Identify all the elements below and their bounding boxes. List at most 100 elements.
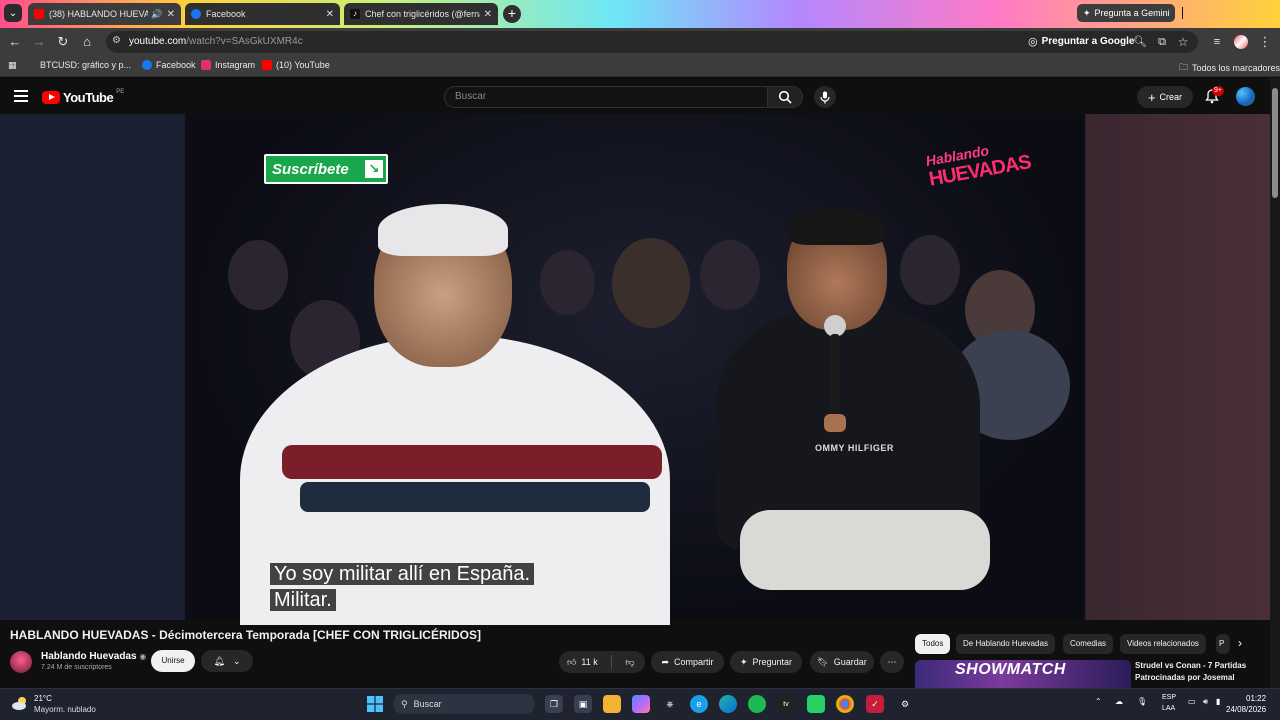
tab-label: Facebook [206,9,246,19]
channel-name[interactable]: Hablando Huevadas ◉ [41,651,146,662]
close-tab-icon[interactable]: ✕ [167,9,175,20]
bookmark-label: Facebook [156,60,196,70]
account-avatar[interactable] [1236,87,1255,106]
youtube-icon [262,60,272,70]
close-tab-icon[interactable]: ✕ [484,9,492,20]
youtube-play-icon [42,91,60,104]
channel-avatar[interactable] [10,651,32,673]
settings-gear-icon[interactable]: ⚙ [896,695,914,713]
bookmark-star-icon[interactable]: ☆ [1175,34,1191,50]
volume-icon[interactable]: 🔊︎ [1203,697,1208,707]
chevron-up-icon[interactable]: ⌃ [1095,697,1102,706]
chip-videos-relacionados[interactable]: Videos relacionados [1120,634,1206,654]
edge-icon[interactable] [719,695,737,713]
more-actions-button[interactable]: ⋯ [880,651,904,673]
voice-search-button[interactable] [814,86,836,108]
microphone-icon[interactable]: 🎙︎ [1137,697,1147,706]
cloud-sync-icon[interactable]: ☁ [1115,697,1123,706]
antivirus-icon[interactable]: ✓ [866,695,884,713]
bookmark-youtube[interactable]: (10) YouTube [262,60,330,70]
tab-tiktok[interactable]: ♪ Chef con triglicéridos (@fernan ✕ [344,3,498,25]
keyboard-layout[interactable]: LAA [1162,705,1175,712]
windows-start-icon[interactable] [366,695,384,713]
save-label: Guardar [833,657,867,667]
chatgpt-icon[interactable]: ⎈ [661,695,679,713]
search-button[interactable] [767,86,803,108]
audience-figure [540,250,595,315]
tab-facebook[interactable]: Facebook ✕ [185,3,340,25]
battery-icon[interactable]: ▮ [1216,697,1220,706]
chip-comedias[interactable]: Comedias [1063,634,1114,654]
chip-truncated[interactable]: P [1216,634,1230,654]
install-app-icon[interactable]: ⧉ [1154,34,1170,50]
bookmark-facebook[interactable]: Facebook [142,60,196,70]
scrollbar-thumb[interactable] [1272,88,1278,198]
youtube-logo[interactable]: YouTube PE [42,89,124,105]
save-playlist-icon: 🔖︎ [817,656,829,667]
taskbar-search[interactable]: ⚲ Buscar [393,694,535,714]
audio-playing-icon[interactable]: 🔊 [151,9,162,20]
file-explorer-icon[interactable] [603,695,621,713]
store-icon[interactable]: ▣ [574,695,592,713]
weather-temperature[interactable]: 21°C [34,694,52,703]
recommended-video-thumbnail[interactable]: SHOWMATCH [915,660,1131,690]
page-scrollbar[interactable] [1270,78,1280,688]
browser-menu-icon[interactable]: ⋮ [1257,34,1273,50]
bookmark-label: BTCUSD: gráfico y p... [40,60,132,70]
clock-date[interactable]: 24/08/2026 [1226,705,1266,714]
network-icon[interactable]: ▭ [1188,697,1196,706]
thumbs-up-icon: 👍︎ [567,656,577,667]
back-arrow-icon[interactable]: ← [7,34,23,50]
ask-google-button[interactable]: ◎ Preguntar a Google [1028,35,1134,48]
hamburger-menu-icon[interactable] [14,90,28,102]
dislike-button[interactable]: 👎︎ [615,651,645,673]
join-button[interactable]: Unirse [151,650,195,672]
reading-list-icon[interactable]: ≡ [1209,34,1225,50]
tab-search-button[interactable]: ⌄ [4,4,22,22]
share-button[interactable]: ➦ Compartir [651,651,724,673]
home-icon[interactable]: ⌂ [79,34,95,50]
chip-todos[interactable]: Todos [915,634,951,654]
subscription-bell-button[interactable]: 🔔︎ ⌄ [201,650,253,672]
zoom-icon[interactable]: 🔍︎ [1132,34,1148,50]
apps-grid-icon[interactable]: ▦ [8,60,17,71]
url-path: /watch?v=SAsGkUXMR4c [186,36,303,47]
bookmark-btcusd[interactable]: BTCUSD: gráfico y p... [40,60,131,70]
close-tab-icon[interactable]: ✕ [326,9,334,20]
reload-icon[interactable]: ↻ [55,34,71,50]
new-tab-button[interactable]: + [503,5,521,23]
profile-avatar[interactable] [1234,35,1248,49]
chrome-icon[interactable] [836,695,854,713]
search-icon: ⚲ [401,698,408,709]
edge-like-icon[interactable]: e [690,695,708,713]
weather-description[interactable]: Mayorm. nublado [34,705,96,714]
chevron-right-icon[interactable]: › [1238,636,1242,650]
save-button[interactable]: 🔖︎ Guardar [810,651,874,673]
young-man-shorts [740,510,990,590]
search-icon [778,90,792,104]
ask-button[interactable]: ✦ Preguntar [730,651,802,673]
tab-youtube[interactable]: (38) HABLANDO HUEVADAS 🔊 ✕ [28,3,181,25]
sweater-stripe [282,445,662,479]
apple-tv-icon[interactable]: tv [777,695,795,713]
search-input[interactable] [444,86,767,108]
create-button[interactable]: + Crear [1137,86,1193,108]
recommended-video-title[interactable]: Strudel vs Conan - 7 Partidas Patrocinad… [1135,660,1265,684]
caption-line: Militar. [270,589,336,611]
arrow-down-right-icon: ↘ [365,160,383,178]
all-bookmarks-folder[interactable]: 🗀 Todos los marcadores [1179,60,1280,76]
spotify-icon[interactable] [748,695,766,713]
input-language[interactable]: ESP [1162,694,1176,701]
forward-arrow-icon[interactable]: → [31,34,47,50]
copilot-icon[interactable] [632,695,650,713]
url-text[interactable]: youtube.com/watch?v=SAsGkUXMR4c [129,36,303,47]
task-view-icon[interactable]: ❐ [545,695,563,713]
ask-gemini-button[interactable]: ✦ Pregunta a Gemini [1077,4,1175,22]
cloudy-weather-icon[interactable] [12,696,28,710]
clock-time[interactable]: 01:22 [1246,694,1266,703]
bookmark-instagram[interactable]: Instagram [201,60,255,70]
older-man-hair [378,204,508,256]
chip-de-hablando-huevadas[interactable]: De Hablando Huevadas [956,634,1055,654]
site-info-icon[interactable]: ⚙ [112,35,124,47]
whatsapp-icon[interactable] [807,695,825,713]
